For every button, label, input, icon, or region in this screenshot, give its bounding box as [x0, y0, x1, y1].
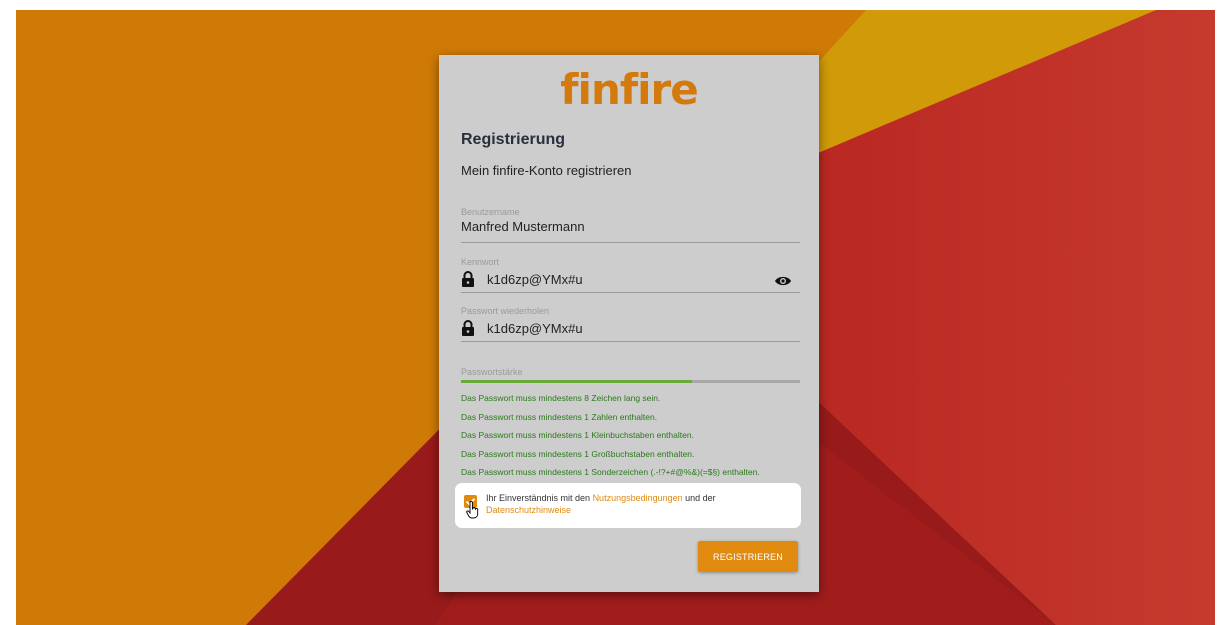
username-label: Benutzername — [461, 207, 520, 217]
register-button[interactable]: REGISTRIEREN — [698, 541, 798, 572]
password-repeat-label: Passwort wiederholen — [461, 306, 550, 316]
page-subtitle: Mein finfire-Konto registrieren — [461, 163, 632, 178]
password-rule: Das Passwort muss mindestens 1 Kleinbuch… — [461, 430, 694, 440]
password-rule: Das Passwort muss mindestens 1 Großbuchs… — [461, 448, 695, 459]
username-input[interactable]: Manfred Mustermann — [461, 219, 800, 234]
consent-box: Ihr Einverständnis mit den Nutzungsbedin… — [455, 483, 801, 528]
consent-text: Ihr Einverständnis mit den Nutzungsbedin… — [486, 492, 786, 516]
lock-icon — [461, 271, 475, 287]
username-field[interactable]: Benutzername Manfred Mustermann — [461, 207, 800, 243]
consent-text-before: Ihr Einverständnis mit den — [486, 493, 593, 503]
hand-pointer-icon — [466, 500, 480, 519]
eye-icon[interactable] — [774, 274, 792, 288]
registration-card: finfire Registrierung Mein finfire-Konto… — [439, 55, 819, 592]
terms-link[interactable]: Nutzungsbedingungen — [593, 493, 683, 503]
lock-icon — [461, 320, 475, 336]
password-input[interactable]: k1d6zp@YMx#u — [487, 272, 583, 287]
privacy-link[interactable]: Datenschutzhinweise — [486, 505, 571, 515]
password-rules: Das Passwort muss mindestens 8 Zeichen l… — [461, 389, 760, 482]
page-title: Registrierung — [461, 131, 566, 148]
consent-text-middle: und der — [682, 493, 716, 503]
password-rule: Das Passwort muss mindestens 1 Zahlen en… — [461, 411, 658, 422]
password-label: Kennwort — [461, 257, 500, 267]
password-rule: Das Passwort muss mindestens 1 Sonderzei… — [461, 467, 760, 477]
password-repeat-input[interactable]: k1d6zp@YMx#u — [487, 321, 583, 336]
finfire-logo: finfire — [560, 65, 698, 114]
password-field[interactable]: Kennwort k1d6zp@YMx#u — [461, 257, 800, 293]
password-strength-fill — [461, 380, 692, 383]
password-repeat-field[interactable]: Passwort wiederholen k1d6zp@YMx#u — [461, 306, 800, 342]
password-rule: Das Passwort muss mindestens 8 Zeichen l… — [461, 393, 661, 403]
password-strength-label: Passwortstärke — [461, 367, 523, 377]
password-strength-bar — [461, 380, 800, 383]
